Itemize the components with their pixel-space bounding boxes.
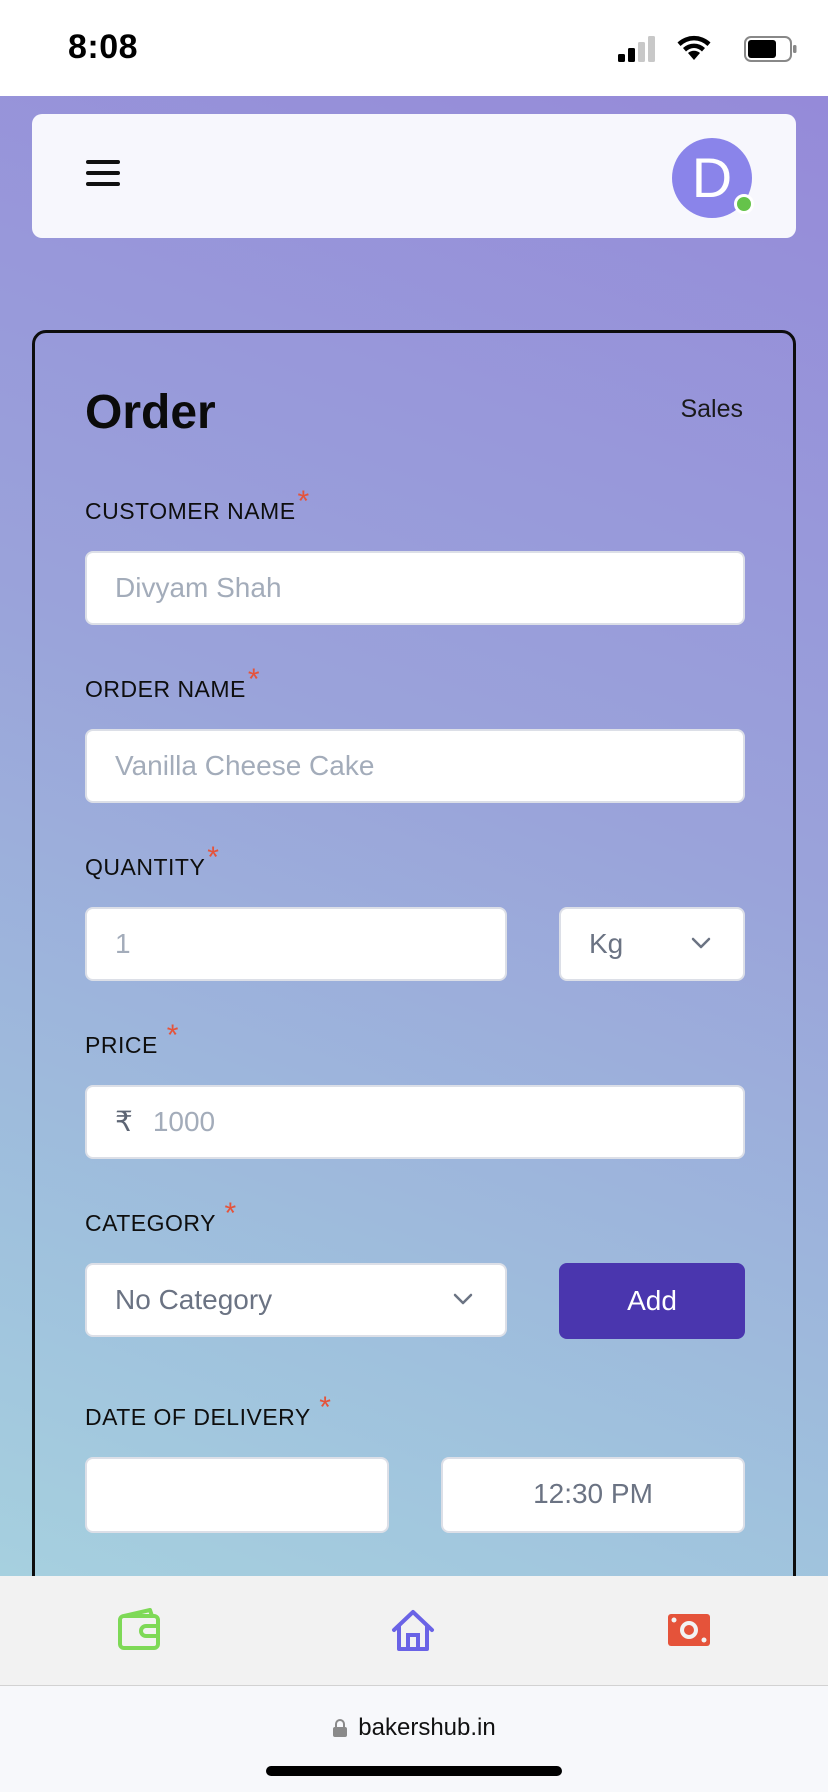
- price-label-text: PRICE: [85, 1032, 158, 1058]
- unit-select-value: Kg: [589, 928, 624, 959]
- required-asterisk: *: [207, 841, 220, 874]
- chevron-down-icon: [453, 1293, 473, 1305]
- required-asterisk: *: [247, 663, 261, 696]
- price-placeholder: 1000: [152, 1106, 216, 1137]
- order-name-input[interactable]: Vanilla Cheese Cake: [85, 729, 745, 803]
- home-icon[interactable]: [390, 1608, 436, 1652]
- avatar[interactable]: D: [672, 138, 754, 218]
- home-indicator[interactable]: [266, 1766, 562, 1776]
- order-name-label-text: ORDER NAME: [85, 676, 246, 702]
- required-asterisk: *: [166, 1019, 179, 1052]
- chevron-down-icon: [691, 937, 711, 949]
- bottom-nav: [0, 1576, 828, 1686]
- quantity-placeholder: 1: [115, 928, 131, 959]
- required-asterisk: *: [297, 485, 310, 518]
- status-time: 8:08: [68, 28, 139, 66]
- wallet-icon[interactable]: [116, 1608, 162, 1652]
- category-select-value: No Category: [115, 1284, 273, 1315]
- cellular-signal-icon: [618, 36, 655, 62]
- quantity-label: QUANTITY*: [85, 841, 219, 883]
- category-label-text: CATEGORY: [85, 1210, 216, 1236]
- cash-icon[interactable]: [666, 1608, 712, 1652]
- customer-name-label-text: CUSTOMER NAME: [85, 498, 296, 524]
- required-asterisk: *: [319, 1391, 332, 1424]
- status-icons: [598, 34, 798, 64]
- order-name-placeholder: Vanilla Cheese Cake: [115, 750, 375, 781]
- app-content: D Order Sales CUSTOMER NAME* Divyam Shah…: [0, 96, 828, 1730]
- sales-link[interactable]: Sales: [680, 395, 743, 424]
- unit-select[interactable]: Kg: [559, 907, 745, 981]
- online-status-dot: [734, 194, 754, 214]
- screen: 8:08 D Order Sales CUSTOMER NAME* Divyam…: [0, 0, 828, 1792]
- lock-icon: [333, 1719, 348, 1737]
- status-bar: 8:08: [0, 0, 828, 96]
- top-app-bar: D: [32, 114, 796, 238]
- delivery-time-value: 12:30 PM: [533, 1478, 653, 1509]
- quantity-label-text: QUANTITY: [85, 854, 206, 880]
- delivery-date-label-text: DATE OF DELIVERY: [85, 1404, 311, 1430]
- url-text: bakershub.in: [358, 1714, 496, 1741]
- order-name-label: ORDER NAME*: [85, 663, 260, 705]
- battery-icon: [744, 36, 797, 62]
- customer-name-input[interactable]: Divyam Shah: [85, 551, 745, 625]
- hamburger-menu-icon[interactable]: [86, 160, 122, 190]
- delivery-date-label: DATE OF DELIVERY *: [85, 1391, 331, 1433]
- delivery-date-input[interactable]: [85, 1457, 389, 1533]
- customer-name-label: CUSTOMER NAME*: [85, 485, 310, 527]
- add-category-button[interactable]: Add: [559, 1263, 745, 1339]
- delivery-time-input[interactable]: 12:30 PM: [441, 1457, 745, 1533]
- wifi-icon: [677, 35, 711, 60]
- price-input[interactable]: ₹1000: [85, 1085, 745, 1159]
- category-label: CATEGORY *: [85, 1197, 237, 1239]
- rupee-icon: ₹: [115, 1106, 133, 1137]
- page-title: Order: [85, 386, 216, 439]
- url-display[interactable]: bakershub.in: [0, 1714, 828, 1742]
- avatar-letter: D: [691, 146, 733, 209]
- order-form-card: Order Sales CUSTOMER NAME* Divyam Shah O…: [32, 330, 796, 1730]
- price-label: PRICE *: [85, 1019, 179, 1061]
- quantity-input[interactable]: 1: [85, 907, 507, 981]
- required-asterisk: *: [224, 1197, 237, 1230]
- customer-name-placeholder: Divyam Shah: [115, 572, 282, 603]
- browser-url-bar: bakershub.in: [0, 1686, 828, 1792]
- category-select[interactable]: No Category: [85, 1263, 507, 1337]
